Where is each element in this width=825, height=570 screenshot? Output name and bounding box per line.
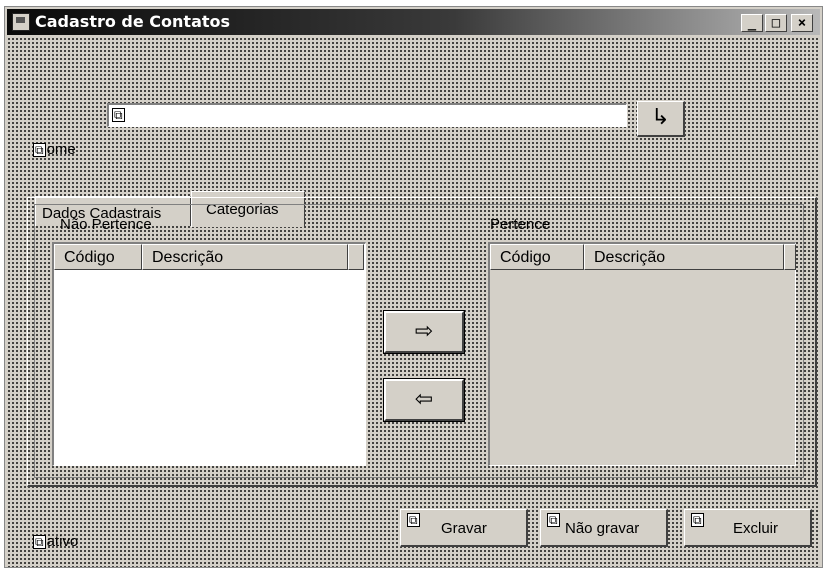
gravar-button-label: Gravar bbox=[441, 520, 487, 537]
nome-label-text: ome bbox=[46, 141, 76, 158]
main-window: Cadastro de Contatos _ □ × ⧉ ome ⧉ ↳ Dado… bbox=[4, 6, 823, 568]
control-glyph-icon: ⧉ bbox=[407, 513, 420, 527]
control-glyph-icon: ⧉ bbox=[547, 513, 560, 527]
column-header-codigo[interactable]: Código bbox=[54, 244, 142, 270]
add-category-button[interactable]: ⇨ bbox=[383, 310, 465, 354]
minimize-button[interactable]: _ bbox=[741, 14, 763, 32]
window-app-icon[interactable] bbox=[12, 13, 30, 31]
arrow-right-icon: ⇨ bbox=[414, 319, 434, 344]
nao-pertence-list[interactable]: Código Descrição bbox=[52, 242, 366, 466]
column-header-spacer bbox=[348, 244, 364, 270]
remove-category-button[interactable]: ⇦ bbox=[383, 378, 465, 422]
pertence-list[interactable]: Código Descrição bbox=[488, 242, 796, 466]
nao-gravar-button-label: Não gravar bbox=[565, 520, 640, 537]
form-client-area: ⧉ ome ⧉ ↳ Dados Cadastrais Categorias Não… bbox=[7, 37, 820, 567]
maximize-button[interactable]: □ bbox=[765, 14, 787, 32]
column-header-codigo[interactable]: Código bbox=[490, 244, 584, 270]
window-title: Cadastro de Contatos bbox=[35, 12, 231, 31]
ativo-checkbox[interactable]: ⧉ ativo bbox=[33, 533, 78, 550]
control-glyph-icon: ⧉ bbox=[691, 513, 704, 527]
pertence-label: Pertence bbox=[490, 216, 551, 233]
control-glyph-icon: ⧉ bbox=[112, 108, 125, 122]
control-glyph-icon: ⧉ bbox=[33, 535, 46, 549]
column-header-spacer bbox=[784, 244, 796, 270]
arrow-left-icon: ⇦ bbox=[414, 387, 434, 412]
tab-panel-categorias: Não Pertence Código Descrição ⇨ ⇦ Perten… bbox=[27, 197, 817, 487]
control-glyph-icon: ⧉ bbox=[33, 143, 46, 157]
nome-label: ⧉ ome bbox=[33, 141, 76, 158]
nome-input[interactable]: ⧉ bbox=[107, 103, 627, 127]
excluir-button[interactable]: ⧉ Excluir bbox=[684, 509, 812, 547]
ativo-label: ativo bbox=[46, 533, 79, 550]
gravar-button[interactable]: ⧉ Gravar bbox=[400, 509, 528, 547]
nao-pertence-label: Não Pertence bbox=[60, 216, 152, 233]
close-button[interactable]: × bbox=[791, 14, 813, 32]
excluir-button-label: Excluir bbox=[733, 520, 779, 537]
lookup-button[interactable]: ↳ bbox=[637, 101, 685, 137]
folder-open-icon: ↳ bbox=[651, 104, 670, 129]
title-bar[interactable]: Cadastro de Contatos _ □ × bbox=[7, 9, 820, 35]
nao-gravar-button[interactable]: ⧉ Não gravar bbox=[540, 509, 668, 547]
column-header-descricao[interactable]: Descrição bbox=[142, 244, 348, 270]
column-header-descricao[interactable]: Descrição bbox=[584, 244, 784, 270]
